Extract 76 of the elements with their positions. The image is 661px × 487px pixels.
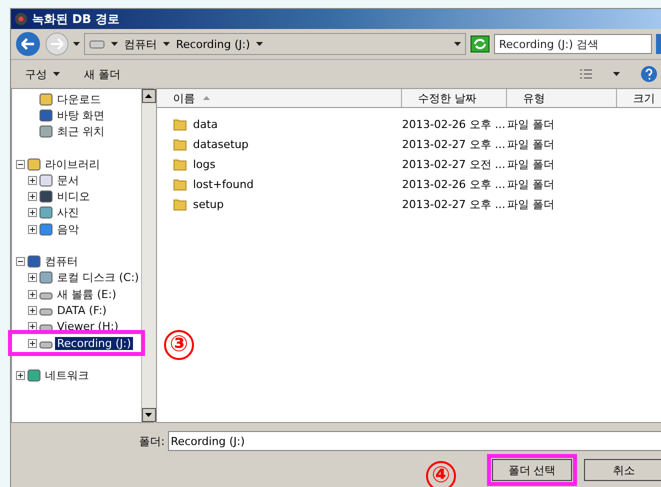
dialog-button[interactable]: 취소	[584, 459, 661, 481]
scroll-up-icon[interactable]	[145, 94, 152, 98]
tree-item[interactable]: 로컬 디스크 (C:)	[55, 270, 141, 286]
column-header[interactable]: 수정한 날짜	[402, 89, 507, 107]
folder-icon	[173, 138, 187, 150]
title-text: 녹화된 DB 경로	[32, 10, 120, 28]
new-folder-button[interactable]: 새 폴더	[82, 64, 122, 84]
modified-date: 2013-02-27 오후 ...	[402, 136, 506, 152]
tree-item[interactable]: 라이브러리	[43, 156, 102, 172]
folder-icon	[173, 198, 187, 210]
tree-item[interactable]: 컴퓨터	[43, 254, 80, 270]
folder-icon	[173, 118, 187, 130]
scroll-down-icon[interactable]	[145, 413, 152, 417]
app-icon	[14, 12, 28, 26]
caret-icon	[111, 42, 118, 46]
help-icon[interactable]	[640, 65, 658, 83]
back-icon[interactable]	[15, 31, 41, 57]
folder-input[interactable]: Recording (J:)	[168, 431, 661, 451]
file-name[interactable]: setup	[193, 198, 224, 210]
caret-icon	[53, 72, 60, 76]
file-type: 파일 폴더	[507, 196, 556, 212]
address-bar[interactable]: 컴퓨터 Recording (J:)	[84, 33, 466, 55]
expand-icon[interactable]	[28, 273, 37, 282]
caret-icon	[256, 42, 264, 46]
folder-label: 폴더:	[139, 434, 165, 448]
file-name[interactable]: datasetup	[193, 138, 249, 150]
step-number: ④	[426, 461, 456, 487]
modified-date: 2013-02-27 오후 ...	[402, 196, 506, 212]
tree-item[interactable]: 사진	[55, 205, 81, 220]
tree-item[interactable]: 바탕 화면	[55, 108, 106, 123]
caret-icon	[613, 72, 620, 76]
expand-icon[interactable]	[28, 290, 37, 299]
expand-icon[interactable]	[28, 224, 37, 234]
expand-icon[interactable]	[28, 306, 37, 315]
file-name[interactable]: logs	[193, 158, 216, 170]
sort-up-icon	[203, 96, 210, 100]
tree-item[interactable]: 최근 위치	[55, 124, 106, 140]
modified-date: 2013-02-26 오후 ...	[402, 176, 506, 192]
expand-icon[interactable]	[28, 338, 37, 348]
expand-icon[interactable]	[28, 176, 37, 185]
file-type: 파일 폴더	[507, 116, 556, 132]
file-type: 파일 폴더	[507, 176, 556, 192]
file-type: 파일 폴더	[507, 156, 556, 172]
search-field[interactable]: Recording (J:) 검색	[494, 34, 652, 54]
tree-item[interactable]: 비디오	[55, 189, 92, 204]
collapse-icon[interactable]	[16, 257, 25, 266]
tree-item[interactable]: 새 볼륨 (E:)	[55, 286, 118, 302]
tree-item[interactable]: 네트워크	[43, 368, 91, 383]
modified-date: 2013-02-27 오전 ...	[402, 156, 506, 172]
expand-icon[interactable]	[28, 192, 37, 202]
breadcrumb[interactable]: 컴퓨터	[124, 36, 157, 52]
column-header[interactable]: 이름	[157, 89, 402, 107]
expand-icon[interactable]	[16, 370, 25, 380]
folder-icon	[173, 178, 187, 190]
tree-item[interactable]: DATA (F:)	[55, 304, 109, 317]
modified-date: 2013-02-26 오후 ...	[402, 116, 506, 132]
tree-item[interactable]: Recording (J:)	[55, 336, 134, 350]
expand-icon[interactable]	[28, 208, 37, 218]
refresh-icon[interactable]	[470, 35, 490, 53]
view-icon[interactable]	[579, 68, 593, 80]
breadcrumb[interactable]: Recording (J:)	[176, 38, 250, 50]
file-name[interactable]: data	[193, 118, 218, 130]
column-header[interactable]: 유형	[507, 89, 617, 107]
collapse-icon[interactable]	[16, 160, 25, 169]
scrollbar[interactable]	[140, 89, 156, 422]
tree-item[interactable]: 다운로드	[55, 92, 103, 107]
caret-icon	[454, 42, 461, 46]
tree-item[interactable]: 음악	[55, 222, 81, 237]
tree-item[interactable]: 문서	[55, 172, 81, 188]
file-name[interactable]: lost+found	[193, 178, 254, 190]
organize-button[interactable]: 구성	[23, 64, 62, 84]
file-type: 파일 폴더	[507, 136, 556, 152]
caret-icon	[73, 42, 80, 46]
folder-icon	[173, 158, 187, 170]
column-header[interactable]: 크기	[617, 89, 661, 107]
caret-icon	[163, 42, 170, 46]
